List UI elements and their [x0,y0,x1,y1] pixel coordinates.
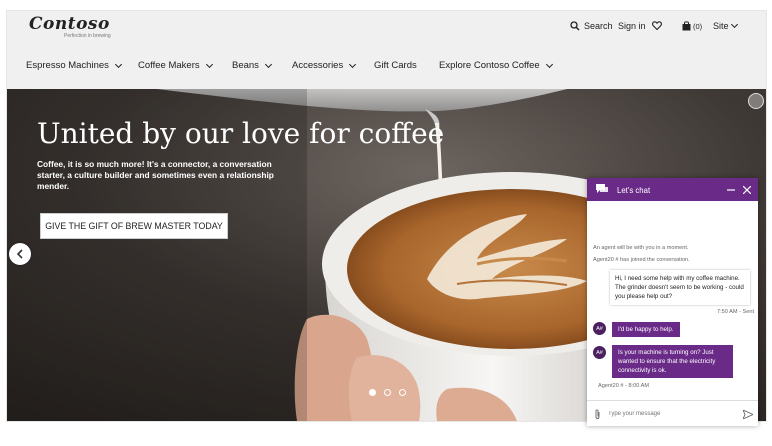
chat-message-meta: 7:50 AM - Sent [717,309,755,315]
chat-agent-message: Is your machine is turning on? Just want… [612,345,733,378]
chat-title: Let's chat [617,186,651,195]
nav-beans[interactable]: Beans [232,60,272,71]
bag-icon [682,21,691,31]
cart-button[interactable]: (0) [682,21,702,31]
carousel-prev-button[interactable] [9,243,31,265]
chat-bubble-icon [596,184,608,193]
chat-header: Let's chat [587,178,758,201]
carousel-pause-button[interactable] [748,93,764,109]
chevron-down-icon [349,60,357,68]
chevron-down-icon [264,60,272,68]
chat-message-meta: Agent20 # - 8:00 AM [598,383,649,389]
heart-icon [652,21,662,30]
nav-accessories[interactable]: Accessories [292,60,357,71]
hero-cta-button[interactable]: GIVE THE GIFT OF BREW MASTER TODAY [40,213,228,239]
site-selector[interactable]: Site [713,20,738,31]
main-nav: Espresso Machines Coffee Makers Beans Ac… [7,45,766,89]
wishlist-button[interactable] [652,21,662,30]
chat-user-message: Hi, I need some help with my coffee mach… [610,270,750,305]
paperclip-icon[interactable] [594,409,601,420]
nav-label: Gift Cards [374,60,417,71]
search-label: Search [584,21,613,31]
chat-system-message: Agent20 # has joined the conversation. [593,257,690,263]
chat-agent-message: I'd be happy to help. [612,322,680,337]
carousel-dot-1[interactable] [369,389,376,396]
hero-description: Coffee, it is so much more! It's a conne… [37,159,274,191]
nav-explore-contoso-coffee[interactable]: Explore Contoso Coffee [439,60,553,71]
carousel-dot-3[interactable] [399,389,406,396]
nav-label: Explore Contoso Coffee [439,60,540,71]
nav-label: Beans [232,60,259,71]
send-icon[interactable] [743,410,753,419]
cart-count: (0) [693,21,703,31]
signin-link[interactable]: Sign in [618,21,646,31]
nav-label: Coffee Makers [138,60,200,71]
chevron-down-icon [205,60,213,68]
chat-system-message: An agent will be with you in a moment. [593,245,689,251]
carousel-dot-2[interactable] [384,389,391,396]
nav-coffee-makers[interactable]: Coffee Makers [138,60,213,71]
signin-label: Sign in [618,21,646,31]
chevron-down-icon [114,60,122,68]
site-label: Site [713,21,729,31]
nav-label: Espresso Machines [26,60,109,71]
search-link[interactable]: Search [570,21,613,31]
chat-message-input[interactable] [608,407,728,420]
chevron-down-icon [545,60,553,68]
search-icon [570,21,580,31]
chevron-down-icon [730,20,738,29]
minimize-icon[interactable] [727,186,735,194]
top-bar: Contoso Perfection in brewing Search Sig… [7,11,766,45]
chat-composer [587,400,758,427]
hero-title: United by our love for coffee [37,117,445,150]
agent-avatar: A# [593,346,606,359]
agent-avatar: A# [593,322,606,335]
close-icon[interactable] [743,186,751,194]
chat-widget: Let's chat An agent will be with you in … [587,178,758,426]
nav-gift-cards[interactable]: Gift Cards [374,60,417,71]
nav-label: Accessories [292,60,344,71]
contoso-logo[interactable]: Contoso Perfection in brewing [29,14,139,44]
nav-espresso-machines[interactable]: Espresso Machines [26,60,122,71]
logo-tagline: Perfection in brewing [64,33,111,39]
chevron-left-icon [16,249,23,259]
logo-wordmark: Contoso [29,14,110,34]
